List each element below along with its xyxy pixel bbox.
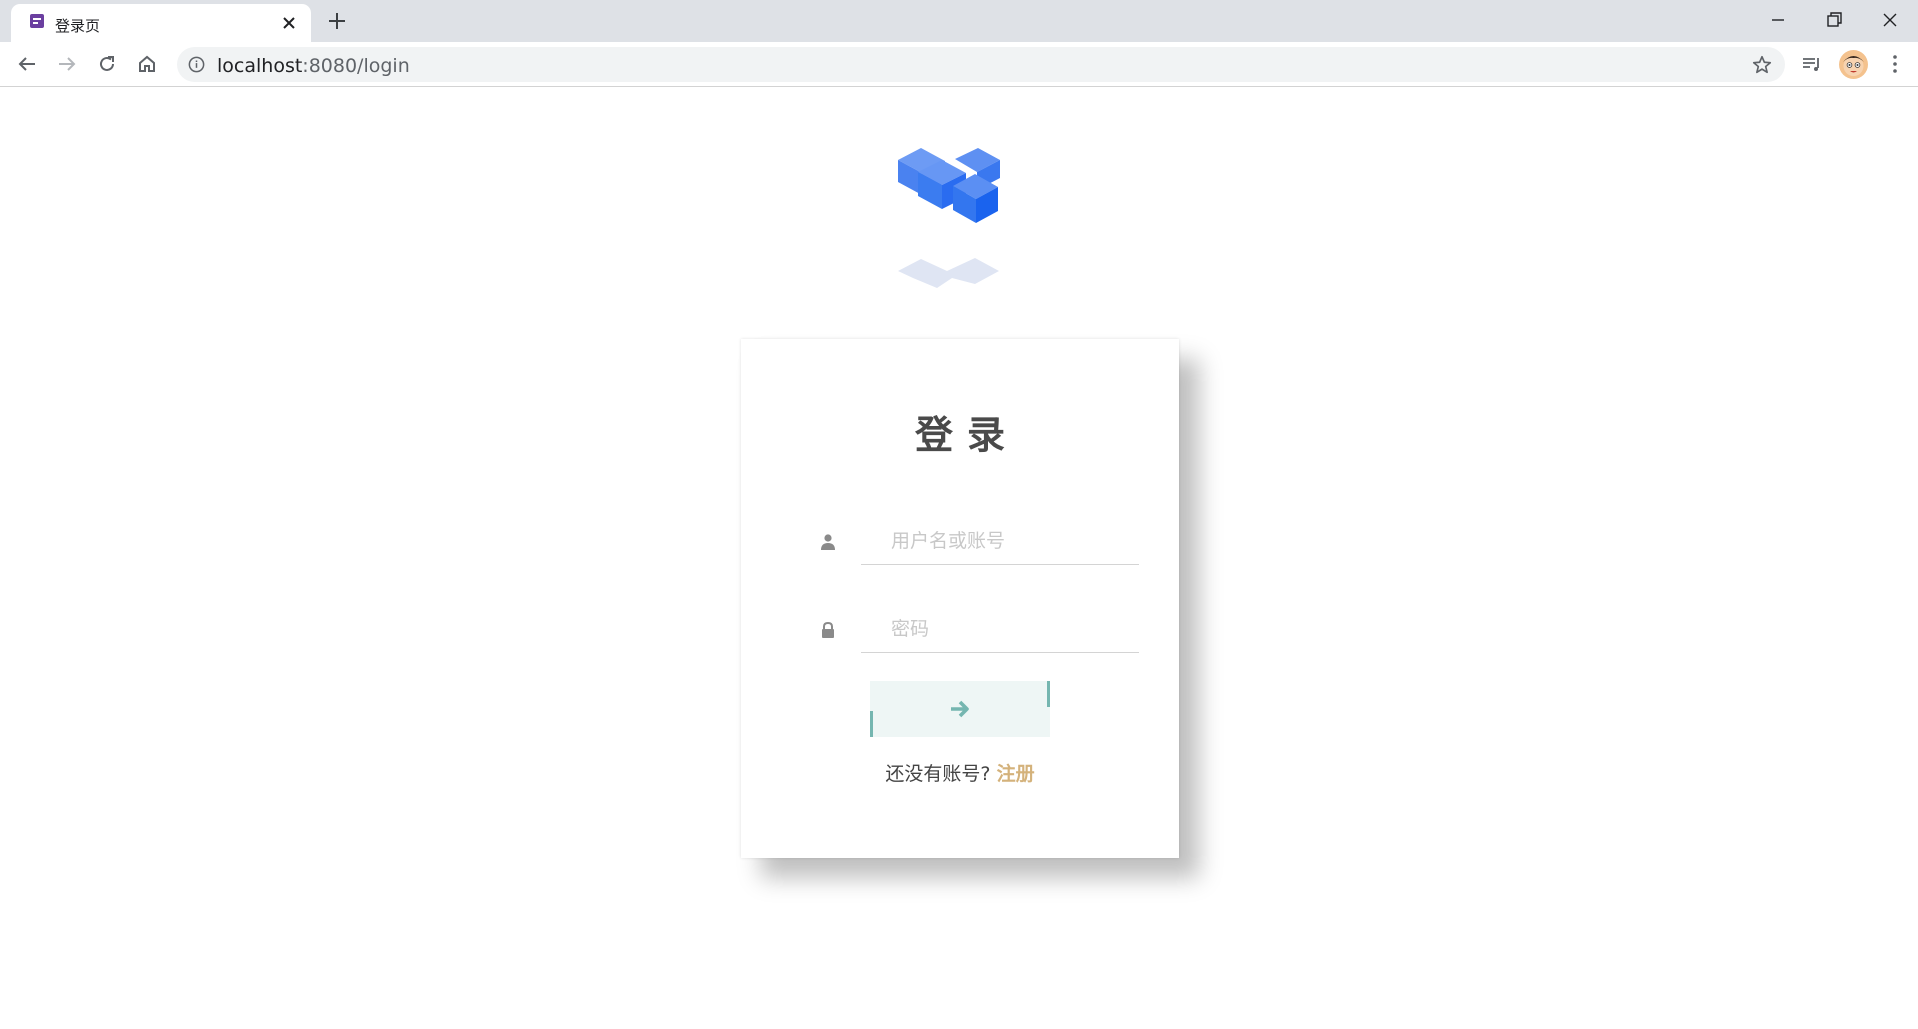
login-card: 登录 还没有账号? 注册 [741,339,1179,858]
url-path: :8080/login [302,55,410,77]
bookmark-star-icon[interactable] [1751,54,1773,76]
site-favicon-icon [30,14,44,28]
browser-tab[interactable]: 登录页 [11,4,311,42]
button-accent-top [1047,681,1050,707]
button-accent-bottom [870,711,873,737]
url-host: localhost [217,55,303,77]
username-input[interactable] [861,517,1139,565]
close-window-icon[interactable] [1876,6,1904,34]
login-page: 登录 还没有账号? 注册 [0,88,1918,1029]
register-link[interactable]: 注册 [997,763,1035,785]
profile-face-icon [1843,56,1864,76]
back-arrow-icon[interactable] [15,52,39,76]
new-tab-icon[interactable] [326,10,348,32]
address-bar[interactable]: localhost:8080/login [177,47,1785,82]
no-account-text: 还没有账号? [885,763,991,785]
login-title: 登录 [914,413,1019,457]
restore-icon[interactable] [1820,6,1848,34]
tab-close-icon[interactable] [279,13,299,33]
register-prompt: 还没有账号? 注册 [741,759,1179,786]
media-queue-icon[interactable] [1800,52,1824,76]
cube-logo-icon [898,148,1000,288]
password-field [819,605,1139,655]
more-menu-icon[interactable] [1883,52,1907,76]
home-icon[interactable] [135,52,159,76]
password-input[interactable] [861,605,1139,653]
profile-avatar[interactable] [1839,50,1868,79]
user-icon [821,534,835,550]
username-field [819,517,1139,567]
lock-icon [822,621,834,638]
browser-toolbar: localhost:8080/login [0,42,1918,87]
tab-title: 登录页 [55,17,101,35]
login-submit-button[interactable] [870,681,1050,737]
forward-arrow-icon[interactable] [55,52,79,76]
browser-tabstrip: 登录页 [0,0,1918,42]
arrow-right-icon [951,700,969,718]
minimize-icon[interactable] [1764,6,1792,34]
site-info-icon[interactable] [187,55,206,74]
reload-icon[interactable] [95,52,119,76]
url-text: localhost:8080/login [217,55,410,77]
